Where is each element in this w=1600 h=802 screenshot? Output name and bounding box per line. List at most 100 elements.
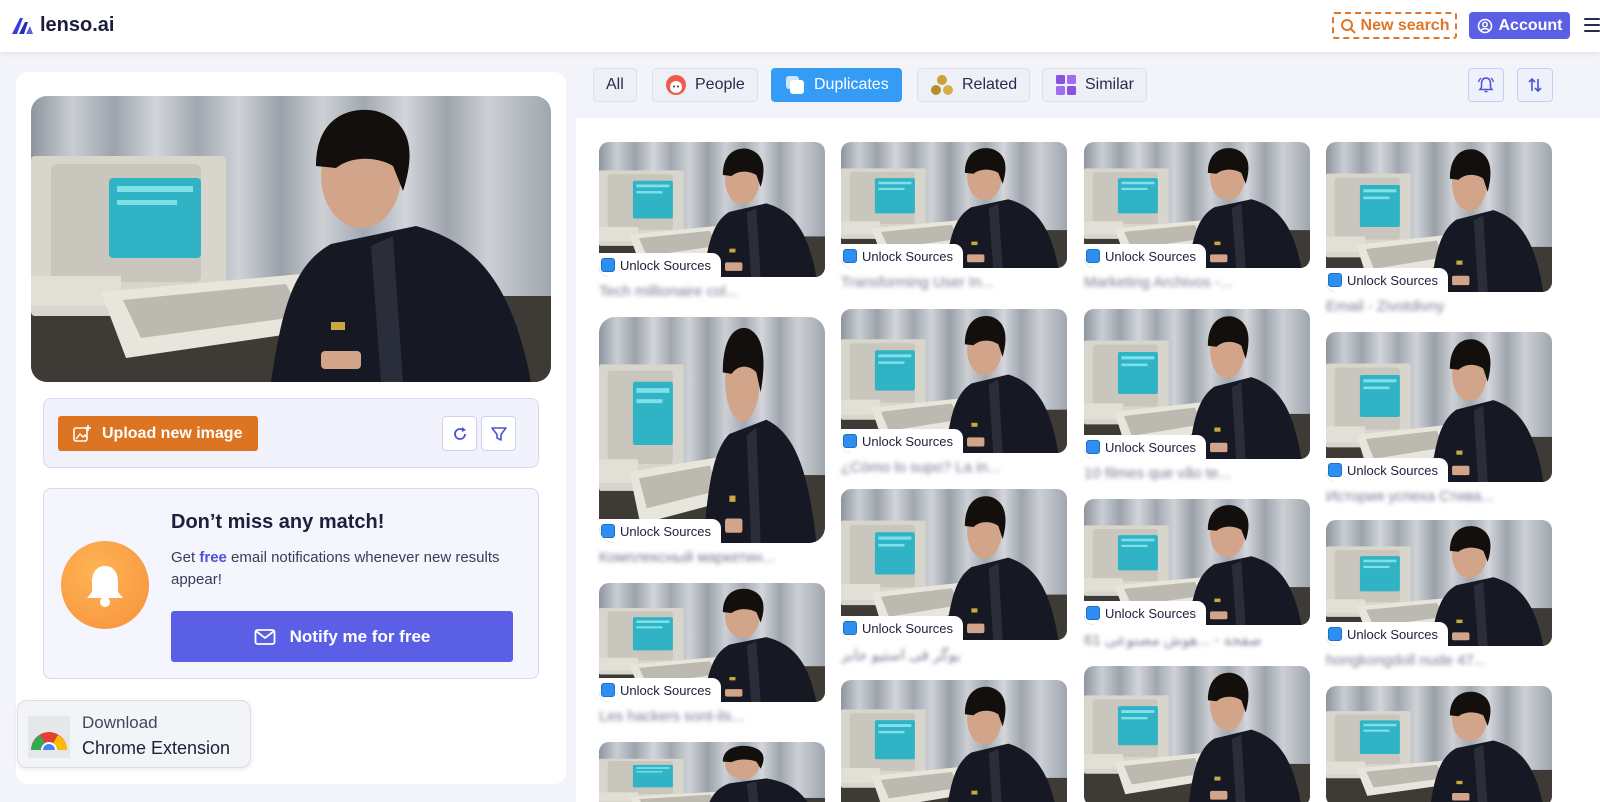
result-thumbnail [1326,686,1552,802]
result-caption[interactable]: hongkongdoll nude 47... [1326,652,1552,669]
unlock-sources-badge[interactable]: Unlock Sources [1084,435,1207,459]
unlock-icon [843,249,857,263]
user-circle-icon [1477,18,1492,33]
result-caption[interactable]: 10 filmes que vão te... [1084,465,1310,482]
unlock-sources-badge[interactable]: Unlock Sources [599,253,722,277]
refresh-button[interactable] [442,416,477,451]
result-thumbnail [841,680,1067,802]
unlock-sources-badge[interactable]: Unlock Sources [1326,268,1449,292]
unlock-sources-badge[interactable]: Unlock Sources [599,519,722,543]
result-card[interactable] [1084,666,1310,802]
notify-me-button[interactable]: Notify me for free [171,611,513,662]
related-icon [931,75,953,95]
top-header: lenso.ai New search Account [0,0,1600,52]
result-caption[interactable]: Комплексный маркетин... [599,549,825,566]
tab-duplicates-label: Duplicates [814,76,889,93]
result-caption[interactable]: Transforming User In... [841,274,1067,291]
result-caption[interactable]: Marketing Archivos -... [1084,274,1310,291]
tab-people[interactable]: People [652,68,758,102]
result-card[interactable]: Unlock Sources Tech millionaire col... [599,142,825,300]
alert-button[interactable] [1468,68,1504,102]
unlock-icon [1328,627,1342,641]
tab-all-label: All [606,76,624,93]
similar-grid-icon [1056,75,1076,95]
result-card[interactable]: Unlock Sources История успеха Стива... [1326,332,1552,505]
unlock-sources-badge[interactable]: Unlock Sources [841,429,964,453]
filter-bar: All People Duplicates Related Similar [576,52,1600,118]
notify-text: Get free email notifications whenever ne… [171,549,500,588]
result-card[interactable] [1326,686,1552,802]
result-caption[interactable]: Tech millionaire col... [599,283,825,300]
notify-title: Don’t miss any match! [171,511,385,533]
tab-related-label: Related [962,76,1018,93]
result-thumbnail [599,742,825,802]
notify-button-label: Notify me for free [289,626,431,646]
filter-icon [490,426,507,441]
logo[interactable]: lenso.ai [12,14,114,37]
image-toolbar: Upload new image [43,398,539,468]
image-add-icon [73,424,91,442]
result-card[interactable]: Unlock Sources 61 صفحة - ...هوش مصنوعی [1084,499,1310,649]
result-card[interactable]: Unlock Sources Marketing Archivos -... [1084,142,1310,291]
result-caption[interactable]: 61 صفحة - ...هوش مصنوعی [1084,631,1310,649]
unlock-icon [1086,440,1100,454]
new-search-button[interactable]: New search [1332,12,1457,39]
unlock-sources-badge[interactable]: Unlock Sources [599,678,722,702]
unlock-sources-badge[interactable]: Unlock Sources [1326,458,1449,482]
new-search-label: New search [1360,16,1450,34]
result-card[interactable]: Unlock Sources Email - Zivotdivny [1326,142,1552,315]
bell-icon [61,541,149,629]
unlock-icon [843,434,857,448]
result-caption[interactable]: История успеха Стива... [1326,488,1552,505]
account-button[interactable]: Account [1469,12,1570,39]
chrome-icon [28,716,70,758]
result-card[interactable] [841,680,1067,802]
tab-duplicates[interactable]: Duplicates [771,68,902,102]
upload-label: Upload new image [102,424,243,442]
chrome-line2: Chrome Extension [82,738,231,758]
bell-ring-icon [1477,77,1495,93]
tab-all[interactable]: All [593,68,637,102]
result-card[interactable] [599,742,825,802]
query-photo [31,96,551,382]
result-card[interactable]: Unlock Sources hongkongdoll nude 47... [1326,520,1552,669]
result-caption[interactable]: Email - Zivotdivny [1326,298,1552,315]
result-card[interactable]: Unlock Sources Комплексный маркетин... [599,317,825,566]
search-icon [1340,18,1356,34]
tab-related[interactable]: Related [917,68,1031,102]
result-card[interactable]: Unlock Sources یوگر فی استیو جابز [841,489,1067,664]
result-thumbnail [599,317,825,543]
query-image [31,96,551,382]
tab-similar[interactable]: Similar [1042,68,1147,102]
menu-icon[interactable] [1584,18,1600,34]
chrome-line1: Download [82,713,158,732]
results-grid: Unlock Sources Tech millionaire col... U… [576,118,1600,802]
result-card[interactable]: Unlock Sources Les hackers sont-ils... [599,583,825,725]
unlock-icon [1086,606,1100,620]
sort-arrows-icon [1528,77,1542,93]
chrome-extension-banner[interactable]: Download Chrome Extension [17,700,251,768]
mail-icon [254,628,276,645]
result-caption[interactable]: یوگر فی استیو جابز [841,646,1067,664]
result-caption[interactable]: Les hackers sont-ils... [599,708,825,725]
filter-button[interactable] [481,416,516,451]
unlock-icon [1328,273,1342,287]
result-card[interactable]: Unlock Sources Transforming User In... [841,142,1067,291]
result-thumbnail [1084,666,1310,802]
unlock-sources-badge[interactable]: Unlock Sources [841,616,964,640]
result-card[interactable]: Unlock Sources ¿Cómo lo supo? La in... [841,309,1067,476]
duplicates-icon [786,76,804,94]
logo-icon [12,17,33,34]
result-card[interactable]: Unlock Sources 10 filmes que vão te... [1084,309,1310,482]
sort-button[interactable] [1517,68,1553,102]
unlock-icon [601,258,615,272]
unlock-sources-badge[interactable]: Unlock Sources [1326,622,1449,646]
unlock-sources-badge[interactable]: Unlock Sources [1084,601,1207,625]
unlock-icon [601,683,615,697]
unlock-icon [1328,463,1342,477]
upload-new-image-button[interactable]: Upload new image [58,416,258,451]
unlock-sources-badge[interactable]: Unlock Sources [1084,244,1207,268]
logo-text: lenso.ai [40,14,115,36]
result-caption[interactable]: ¿Cómo lo supo? La in... [841,459,1067,476]
unlock-sources-badge[interactable]: Unlock Sources [841,244,964,268]
